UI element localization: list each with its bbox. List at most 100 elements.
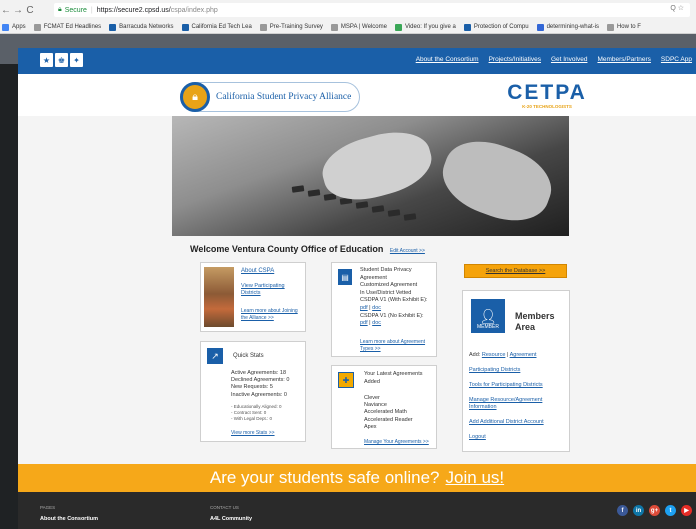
bookmark-item[interactable]: California Ed Tech Lea	[181, 23, 252, 31]
students-photo	[204, 267, 234, 327]
footer-about-link[interactable]: About the Consortium	[40, 516, 98, 522]
logo-icon-2[interactable]: ♚	[55, 53, 68, 67]
manage-resource-link[interactable]: Manage Resource/Agreement Information	[469, 397, 559, 411]
bookmark-label: determining-what-is	[546, 24, 599, 30]
about-cspa-link[interactable]: About CSPA	[241, 268, 274, 274]
bookmark-item[interactable]: Protection of Compu	[463, 23, 529, 31]
stat-active: Active Agreements: 18	[231, 370, 287, 376]
bookmark-item[interactable]: MSPA | Welcome	[330, 23, 387, 31]
keyboard-key	[371, 205, 385, 213]
agreement-line: Student Data Privacy Agreement	[360, 267, 412, 281]
bookmark-label: FCMAT Ed Headlines	[43, 24, 102, 30]
add-district-account-link[interactable]: Add Additional District Account	[469, 419, 544, 426]
back-icon[interactable]: ←	[0, 5, 12, 16]
social-icons: f in g+ t ▶	[617, 505, 692, 516]
agreement-files-2: pdf | doc	[360, 320, 436, 328]
participating-districts-link[interactable]: Participating Districts	[469, 367, 520, 374]
footer: PAGES About the Consortium CONTACT US A4…	[18, 492, 696, 529]
bookmark-label: MSPA | Welcome	[340, 24, 387, 30]
bookmark-icon	[109, 23, 117, 31]
logo-icon-1[interactable]: ★	[40, 53, 53, 67]
url-domain: https://secure2.cpsd.us/	[96, 6, 171, 14]
bookmark-item[interactable]: Pre-Training Survey	[259, 23, 323, 31]
view-more-stats-link[interactable]: View more Stats >>	[231, 430, 275, 437]
bookmark-item[interactable]: FCMAT Ed Headlines	[33, 23, 102, 31]
bookmark-icon	[463, 23, 471, 31]
add-resource-link[interactable]: Resource	[482, 352, 506, 358]
person-icon: 👤︎	[479, 308, 497, 324]
add-links: Add: Resource | Agreement	[469, 352, 537, 358]
address-row: ← → C 🔒︎ Secure | https://secure2.cpsd.u…	[0, 0, 696, 20]
hand-shape	[433, 129, 561, 233]
member-badge-icon: 👤︎ MEMBER	[471, 299, 505, 333]
latest-agreements-title: Your Latest Agreements Added	[364, 371, 423, 385]
bookmark-item[interactable]: Apps	[2, 23, 26, 31]
bookmark-icon	[259, 23, 267, 31]
latest-item: Accelerated Math	[364, 409, 407, 416]
cetpa-logo[interactable]: CETPA K-20 TECHNOLOGISTS	[502, 82, 592, 112]
address-bar[interactable]: 🔒︎ Secure | https://secure2.cpsd.us/ csp…	[54, 3, 690, 17]
tools-link[interactable]: Tools for Participating Districts	[469, 382, 543, 389]
logout-link[interactable]: Logout	[469, 434, 486, 441]
reload-icon[interactable]: C	[24, 5, 36, 16]
twitter-icon[interactable]: t	[665, 505, 676, 516]
about-card: About CSPA View Participating Districts …	[200, 262, 306, 332]
quick-stats-card: ↗ Quick Stats Active Agreements: 18 Decl…	[200, 341, 306, 442]
bookmark-label: Apps	[12, 24, 26, 30]
add-agreement-link[interactable]: Agreement	[510, 352, 537, 358]
join-alliance-link[interactable]: Learn more about Joining the Alliance >>	[241, 308, 301, 322]
url-path: cspa/index.php	[170, 6, 218, 14]
latest-list: Clever Naviance Accelerated Math Acceler…	[364, 395, 413, 431]
cta-text: Are your students safe online?	[209, 468, 440, 487]
bookmark-item[interactable]: How to F	[606, 23, 641, 31]
manage-agreements-link[interactable]: Manage Your Agreements >>	[364, 439, 429, 446]
stats-sublist: - Educationally Aligned: 0 - Contract Se…	[231, 404, 282, 422]
logo-icon-3[interactable]: ✦	[70, 53, 83, 67]
agreement-line: CSDPA V1 (With Exhibit E):	[360, 297, 428, 304]
doc-link[interactable]: doc	[372, 305, 381, 311]
cetpa-logo-text: CETPA	[507, 81, 587, 104]
document-icon: ▤	[338, 269, 352, 285]
add-prefix: Add:	[469, 352, 481, 358]
edit-account-link[interactable]: Edit Account >>	[390, 248, 425, 254]
view-districts-link[interactable]: View Participating Districts	[241, 283, 301, 297]
agreement-line: In Use/District Vetted	[360, 289, 412, 296]
member-badge-label: MEMBER	[477, 324, 499, 330]
bookmark-label: How to F	[616, 24, 641, 30]
latest-item: Naviance	[364, 402, 387, 409]
pdf-link[interactable]: pdf	[360, 305, 368, 311]
bookmark-icon	[181, 23, 189, 31]
join-us-link[interactable]: Join us!	[446, 468, 505, 488]
facebook-icon[interactable]: f	[617, 505, 628, 516]
bookmark-item[interactable]: determining-what-is	[536, 23, 599, 31]
new-agreements-icon: ✚	[338, 372, 354, 388]
agreement-types-link[interactable]: Learn more about Agreement Types >>	[360, 339, 430, 353]
nav-sdpc-app[interactable]: SDPC App	[661, 56, 692, 63]
zoom-and-star-icons[interactable]: Q ☆	[670, 4, 684, 12]
pdf-link[interactable]: pdf	[360, 320, 368, 326]
footer-pages-heading: PAGES	[40, 505, 56, 510]
stat-inactive: Inactive Agreements: 0	[231, 391, 287, 398]
forward-icon[interactable]: →	[12, 5, 24, 16]
quick-stats-title: Quick Stats	[233, 353, 264, 359]
nav-get-involved[interactable]: Get Involved	[551, 56, 588, 63]
bookmark-label: Protection of Compu	[473, 24, 529, 30]
bookmark-label: Pre-Training Survey	[269, 24, 323, 30]
cspa-logo[interactable]: 🔒︎ California Student Privacy Alliance	[180, 82, 360, 112]
google-plus-icon[interactable]: g+	[649, 505, 660, 516]
header-logos: ★ ♚ ✦	[40, 53, 83, 67]
nav-projects[interactable]: Projects/Initiatives	[489, 56, 541, 63]
search-database-button[interactable]: Search the Database >>	[464, 264, 567, 278]
nav-about-consortium[interactable]: About the Consortium	[416, 56, 479, 63]
top-navigation: About the Consortium Projects/Initiative…	[416, 56, 692, 63]
footer-contact-link[interactable]: A4L Community	[210, 516, 252, 522]
linkedin-icon[interactable]: in	[633, 505, 644, 516]
members-area-card: 👤︎ MEMBER Members Area Add: Resource | A…	[462, 290, 570, 452]
youtube-icon[interactable]: ▶	[681, 505, 692, 516]
bookmark-item[interactable]: Barracuda Networks	[109, 23, 174, 31]
bookmark-icon	[33, 23, 41, 31]
doc-link[interactable]: doc	[372, 320, 381, 326]
bookmark-item[interactable]: Video: If you give a	[394, 23, 456, 31]
nav-members-partners[interactable]: Members/Partners	[597, 56, 650, 63]
bookmark-icon	[2, 23, 9, 31]
